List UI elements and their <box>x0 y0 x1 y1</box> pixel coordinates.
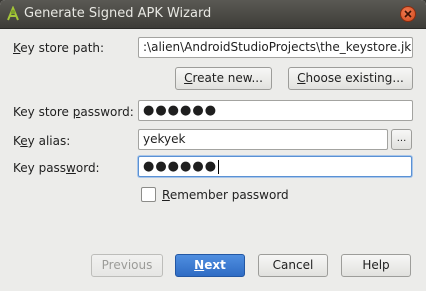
create-new-button[interactable]: Create new... <box>175 67 272 90</box>
key-store-password-label: Key store password: <box>13 105 134 119</box>
remember-password-label[interactable]: Remember password <box>162 188 289 202</box>
key-alias-field[interactable]: yekyek <box>138 129 388 150</box>
next-button[interactable]: Next <box>175 254 245 277</box>
key-alias-label: Key alias: <box>13 134 71 148</box>
android-studio-icon <box>5 5 21 22</box>
close-icon[interactable] <box>400 6 416 22</box>
key-store-path-label: Key store path: <box>13 41 105 55</box>
key-password-field[interactable]: ●●●●●● <box>138 156 412 177</box>
remember-password-checkbox[interactable] <box>141 187 156 202</box>
title-bar[interactable]: Generate Signed APK Wizard <box>0 0 426 29</box>
previous-button[interactable]: Previous <box>91 254 163 277</box>
key-store-path-field[interactable]: :\alien\AndroidStudioProjects\the_keysto… <box>138 37 413 58</box>
cancel-button[interactable]: Cancel <box>258 254 328 277</box>
key-password-label: Key password: <box>13 161 100 175</box>
key-alias-browse-button[interactable]: ... <box>391 129 412 150</box>
help-button[interactable]: Help <box>341 254 411 277</box>
text-caret <box>218 159 220 174</box>
key-password-value: ●●●●●● <box>143 159 218 174</box>
dialog-window: Generate Signed APK Wizard Key store pat… <box>0 0 426 291</box>
window-title: Generate Signed APK Wizard <box>24 6 212 21</box>
key-store-password-value: ●●●●●● <box>143 103 218 118</box>
choose-existing-button[interactable]: Choose existing... <box>288 67 413 90</box>
key-store-password-field[interactable]: ●●●●●● <box>138 100 413 121</box>
